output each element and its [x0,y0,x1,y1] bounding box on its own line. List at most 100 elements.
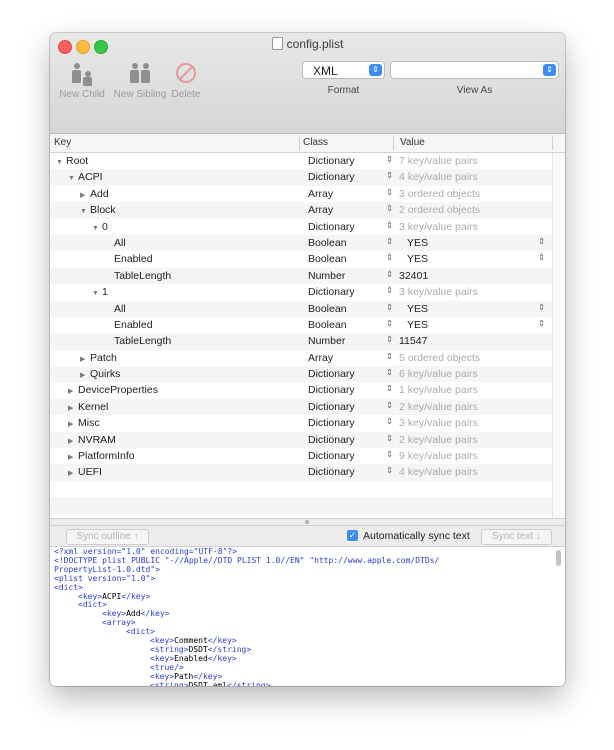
row-key[interactable]: ▼ Root [56,155,88,167]
class-popup-arrows-icon[interactable]: ⇕ [386,302,393,313]
disclosure-closed-icon[interactable]: ▶ [68,387,78,395]
disclosure-closed-icon[interactable]: ▶ [68,404,78,412]
xml-scrollbar-thumb[interactable] [556,550,561,566]
outline-row[interactable]: ▶ DeviceProperties Dictionary ⇕ 1 key/value … [50,382,565,398]
row-value[interactable]: 2 ordered objects [399,204,480,216]
sync-outline-button[interactable]: Sync outline ↑ [66,529,149,545]
row-value[interactable]: YES [407,303,428,315]
split-view-divider[interactable] [50,518,565,526]
value-popup-arrows-icon[interactable]: ⇕ [538,302,545,313]
row-key[interactable]: ▶ UEFI [68,466,102,478]
sync-text-button[interactable]: Sync text ↓ [481,529,552,545]
row-key[interactable]: All [104,237,126,249]
row-value[interactable]: 9 key/value pairs [399,450,478,462]
class-popup-arrows-icon[interactable]: ⇕ [386,252,393,263]
row-class[interactable]: Dictionary [308,171,355,183]
disclosure-closed-icon[interactable]: ▶ [68,420,78,428]
row-class[interactable]: Dictionary [308,450,355,462]
disclosure-open-icon[interactable]: ▼ [56,159,66,166]
row-key[interactable]: ▶ Patch [80,352,117,364]
outline-row[interactable]: ▼ Block Array ⇕ 2 ordered objects [50,202,565,219]
outline-row[interactable]: ▶ Quirks Dictionary ⇕ 6 key/value pairs [50,366,565,383]
row-class[interactable]: Boolean [308,303,347,315]
class-popup-arrows-icon[interactable]: ⇕ [386,170,393,181]
class-popup-arrows-icon[interactable]: ⇕ [386,367,393,378]
row-key[interactable]: TableLength [104,270,171,282]
row-class[interactable]: Array [308,204,333,216]
row-value[interactable]: 4 key/value pairs [399,171,478,183]
row-value[interactable]: 2 key/value pairs [399,434,478,446]
class-popup-arrows-icon[interactable]: ⇕ [386,269,393,280]
row-key[interactable]: TableLength [104,335,171,347]
disclosure-closed-icon[interactable]: ▶ [68,469,78,477]
outline-row[interactable]: TableLength Number ⇕ 11547 [50,333,565,350]
class-popup-arrows-icon[interactable]: ⇕ [386,154,393,165]
row-key[interactable]: ▼ ACPI [68,171,103,183]
disclosure-closed-icon[interactable]: ▶ [80,191,90,199]
outline-row[interactable]: Enabled Boolean ⇕ YES ⇕ [50,317,565,333]
class-popup-arrows-icon[interactable]: ⇕ [386,203,393,214]
class-popup-arrows-icon[interactable]: ⇕ [386,400,393,411]
row-value[interactable]: 4 key/value pairs [399,466,478,478]
disclosure-open-icon[interactable]: ▼ [92,225,102,232]
class-popup-arrows-icon[interactable]: ⇕ [386,220,393,231]
class-popup-arrows-icon[interactable]: ⇕ [386,449,393,460]
row-class[interactable]: Dictionary [308,401,355,413]
row-value[interactable]: 1 key/value pairs [399,384,478,396]
value-popup-arrows-icon[interactable]: ⇕ [538,236,545,247]
column-divider[interactable] [299,136,300,150]
outline-row[interactable]: ▼ 0 Dictionary ⇕ 3 key/value pairs [50,219,565,235]
outline-row[interactable]: ▶ Misc Dictionary ⇕ 3 key/value pairs [50,415,565,431]
row-class[interactable]: Array [308,352,333,364]
row-key[interactable]: ▶ NVRAM [68,434,116,446]
disclosure-open-icon[interactable]: ▼ [68,175,78,182]
row-value[interactable]: 32401 [399,270,428,282]
outline-row[interactable]: All Boolean ⇕ YES ⇕ [50,300,565,317]
row-value[interactable]: 6 key/value pairs [399,368,478,380]
disclosure-open-icon[interactable]: ▼ [92,290,102,297]
row-class[interactable]: Number [308,270,345,282]
view-as-popup[interactable]: ⇕ [390,61,559,79]
class-popup-arrows-icon[interactable]: ⇕ [386,285,393,296]
outline-view[interactable]: ▼ Root Dictionary ⇕ 7 key/value pairs ▼ ACPI Di… [50,153,565,518]
vertical-scrollbar[interactable] [552,153,565,518]
row-key[interactable]: ▶ Misc [68,417,100,429]
row-value[interactable]: 3 key/value pairs [399,417,478,429]
row-class[interactable]: Dictionary [308,417,355,429]
new-child-button[interactable]: New Child [54,57,110,100]
class-popup-arrows-icon[interactable]: ⇕ [386,465,393,476]
row-value[interactable]: 3 ordered objects [399,188,480,200]
column-divider[interactable] [393,136,394,150]
format-popup[interactable]: XML ⇕ [302,61,385,79]
outline-row[interactable]: ▶ NVRAM Dictionary ⇕ 2 key/value pairs [50,431,565,449]
outline-row[interactable]: ▶ Kernel Dictionary ⇕ 2 key/value pairs [50,398,565,416]
row-key[interactable]: Enabled [104,319,153,331]
row-key[interactable]: ▶ DeviceProperties [68,384,158,396]
row-class[interactable]: Dictionary [308,368,355,380]
row-class[interactable]: Boolean [308,319,347,331]
outline-row[interactable]: ▶ PlatformInfo Dictionary ⇕ 9 key/value pair… [50,448,565,464]
row-key[interactable]: ▼ 0 [92,221,108,233]
disclosure-closed-icon[interactable]: ▶ [80,355,90,363]
row-value[interactable]: 2 key/value pairs [399,401,478,413]
column-divider[interactable] [552,136,553,150]
row-value[interactable]: YES [407,253,428,265]
column-header-class[interactable]: Class [303,137,328,148]
row-key[interactable]: Enabled [104,253,153,265]
class-popup-arrows-icon[interactable]: ⇕ [386,433,393,444]
outline-row[interactable]: All Boolean ⇕ YES ⇕ [50,234,565,252]
outline-row[interactable]: Enabled Boolean ⇕ YES ⇕ [50,251,565,267]
row-class[interactable]: Boolean [308,253,347,265]
row-value[interactable]: 3 key/value pairs [399,286,478,298]
class-popup-arrows-icon[interactable]: ⇕ [386,187,393,198]
outline-row[interactable]: ▼ 1 Dictionary ⇕ 3 key/value pairs [50,284,565,300]
class-popup-arrows-icon[interactable]: ⇕ [386,416,393,427]
class-popup-arrows-icon[interactable]: ⇕ [386,318,393,329]
row-class[interactable]: Array [308,188,333,200]
row-key[interactable]: ▼ 1 [92,286,108,298]
row-key[interactable]: All [104,303,126,315]
row-value[interactable]: 11547 [399,335,427,347]
row-key[interactable]: ▶ Add [80,188,109,200]
auto-sync-checkbox[interactable]: ✓ [347,530,358,541]
xml-source[interactable]: <?xml version="1.0" encoding="UTF-8"?> <!… [54,547,439,686]
